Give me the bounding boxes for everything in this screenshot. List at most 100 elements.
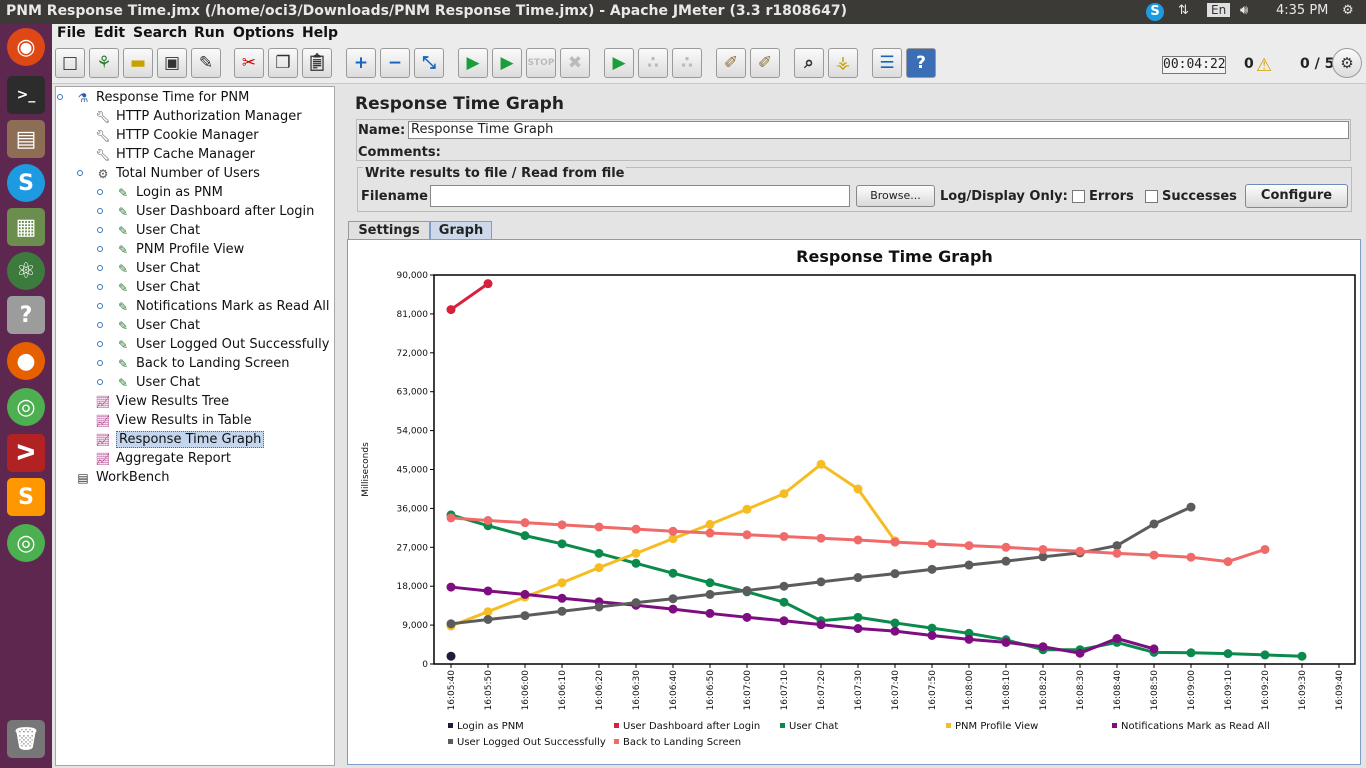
configure-button[interactable]: Configure [1245,184,1348,208]
tree-item[interactable]: ✎ User Chat [114,316,200,335]
save-as-icon[interactable]: ✎ [191,48,221,78]
ubuntu-logo-icon[interactable]: ◉ [7,28,45,66]
tree-node-toggle[interactable] [97,341,103,347]
menu-help[interactable]: Help [302,25,338,41]
function-helper-icon[interactable]: ☰ [872,48,902,78]
name-field[interactable]: Response Time Graph [408,121,1349,139]
paste-icon[interactable]: 📋︎ [302,48,332,78]
collapse-icon[interactable]: − [380,48,410,78]
tree-node-toggle[interactable] [57,94,63,100]
tree-item[interactable]: ✎ User Chat [114,221,200,240]
warning-icon[interactable]: ⚠ [1256,55,1272,76]
file-manager-icon[interactable]: ▤ [7,120,45,158]
tree-item[interactable]: ⚗ Response Time for PNM [74,88,250,107]
tree-item[interactable]: ✎ Notifications Mark as Read All [114,297,330,316]
network-arrows-icon[interactable]: ⇅ [1178,3,1189,18]
tree-item[interactable]: ✎ Login as PNM [114,183,223,202]
toggle-icon[interactable]: ⤡ [414,48,444,78]
search-icon[interactable]: ⌕ [794,48,824,78]
tree-node-toggle[interactable] [97,284,103,290]
tree-item-label: User Chat [136,318,201,333]
power-icon[interactable]: ⚙ [1342,3,1354,18]
clock[interactable]: 4:35 PM [1276,3,1328,18]
unknown-app-icon[interactable]: ? [7,296,45,334]
tree-item[interactable]: ⚙ Total Number of Users [94,164,260,183]
atom-icon[interactable]: ⚛ [7,252,45,290]
start-no-pauses-icon[interactable]: ▶ [492,48,522,78]
tab-settings[interactable]: Settings [348,221,430,240]
tree-item[interactable]: 📈︎ Aggregate Report [94,449,231,468]
cut-icon[interactable]: ✂ [234,48,264,78]
chrome-icon[interactable]: ◎ [7,388,45,426]
data-point [483,614,493,624]
start-icon[interactable]: ▶ [458,48,488,78]
tree-item[interactable]: 📈︎ View Results in Table [94,411,251,430]
successes-checkbox[interactable] [1145,190,1158,203]
tree-item-label: Response Time for PNM [96,90,250,105]
copy-icon[interactable]: ❐ [268,48,298,78]
tree-node-toggle[interactable] [97,265,103,271]
y-tick-label: 36,000 [397,504,429,514]
image-viewer-icon[interactable]: ▦ [7,208,45,246]
tree-item[interactable]: 🔧︎ HTTP Cookie Manager [94,126,258,145]
tree-item[interactable]: 📈︎ View Results Tree [94,392,229,411]
templates-icon[interactable]: ⚘ [89,48,119,78]
terminal-icon[interactable]: >_ [7,76,45,114]
tree-item[interactable]: ▤ WorkBench [74,468,169,487]
menu-run[interactable]: Run [194,25,225,41]
menu-file[interactable]: File [57,25,86,41]
tree-item[interactable]: ✎ User Logged Out Successfully [114,335,329,354]
tree-node-toggle[interactable] [97,360,103,366]
menu-search[interactable]: Search [133,25,187,41]
errors-checkbox[interactable] [1072,190,1085,203]
volume-icon[interactable]: 🔊︎ [1240,3,1248,18]
data-point [1149,644,1159,654]
open-icon[interactable]: ▬ [123,48,153,78]
tree-node-toggle[interactable] [97,379,103,385]
sublime-text-icon[interactable]: S [7,478,45,516]
keyboard-language-indicator[interactable]: En [1207,3,1231,17]
tree-node-toggle[interactable] [97,189,103,195]
jmeter-icon[interactable]: ᐳ [7,434,45,472]
tab-graph[interactable]: Graph [430,221,492,240]
trash-icon[interactable]: 🗑︎ [7,720,45,758]
skype-icon[interactable]: S [7,164,45,202]
browse-button[interactable]: Browse... [856,185,935,207]
remote-start-icon[interactable]: ▶ [604,48,634,78]
stop-icon[interactable]: STOP [526,48,556,78]
clear-all-icon[interactable]: ✐ [750,48,780,78]
tree-item[interactable]: ✎ User Chat [114,278,200,297]
tree-item[interactable]: ✎ User Chat [114,259,200,278]
help-icon[interactable]: ? [906,48,936,78]
tree-node-toggle[interactable] [77,170,83,176]
skype-tray-icon[interactable]: S [1146,3,1164,21]
data-point [594,548,604,558]
menu-options[interactable]: Options [233,25,294,41]
tree-node-toggle[interactable] [97,227,103,233]
tree-node-toggle[interactable] [97,303,103,309]
filename-input[interactable] [430,185,850,207]
remote-status-icon[interactable]: ⚙ [1332,48,1362,78]
tree-node-toggle[interactable] [97,208,103,214]
firefox-icon[interactable]: ● [7,342,45,380]
tree-item[interactable]: 🔧︎ HTTP Cache Manager [94,145,255,164]
remote-shutdown-icon[interactable]: ∴ [672,48,702,78]
menu-edit[interactable]: Edit [94,25,125,41]
new-icon[interactable]: □ [55,48,85,78]
tree-item[interactable]: ✎ PNM Profile View [114,240,244,259]
save-icon[interactable]: ▣ [157,48,187,78]
tree-item[interactable]: 📈︎ Response Time Graph [94,430,265,449]
remote-stop-icon[interactable]: ∴ [638,48,668,78]
legend-label: Login as PNM [457,721,524,732]
tree-node-toggle[interactable] [97,322,103,328]
tree-node-toggle[interactable] [97,246,103,252]
clear-icon[interactable]: ✐ [716,48,746,78]
tree-item[interactable]: ✎ User Chat [114,373,200,392]
expand-icon[interactable]: + [346,48,376,78]
reset-search-icon[interactable]: ⚶ [828,48,858,78]
chrome-icon-2[interactable]: ◎ [7,524,45,562]
shutdown-icon[interactable]: ✖ [560,48,590,78]
tree-item[interactable]: ✎ Back to Landing Screen [114,354,290,373]
tree-item[interactable]: 🔧︎ HTTP Authorization Manager [94,107,301,126]
tree-item[interactable]: ✎ User Dashboard after Login [114,202,314,221]
